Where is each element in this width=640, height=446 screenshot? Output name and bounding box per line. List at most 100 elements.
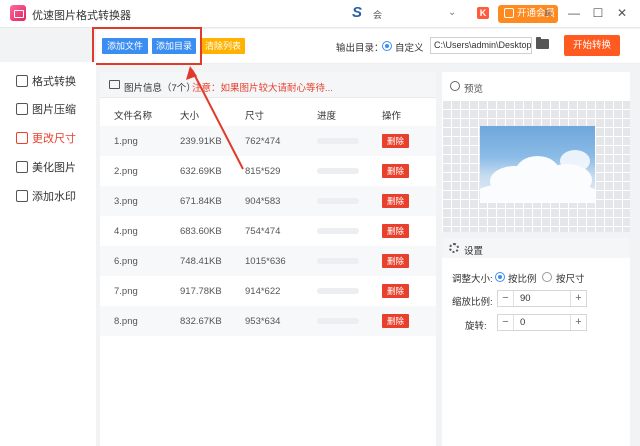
progress-bar <box>317 288 359 294</box>
list-header: 图片信息（7个） 注意：如果图片较大请耐心等待... <box>100 72 436 98</box>
resize-by-size-radio[interactable] <box>542 272 552 282</box>
progress-bar <box>317 228 359 234</box>
scale-stepper[interactable]: − 90 + <box>497 290 587 307</box>
table-row[interactable]: 6.png 748.41KB 1015*636 删除 <box>100 246 436 276</box>
delete-button[interactable]: 删除 <box>382 314 409 328</box>
file-dims: 762*474 <box>245 136 281 147</box>
output-dir-label: 输出目录： <box>336 43 384 54</box>
sidebar-item-beautify[interactable]: 美化图片 <box>16 160 76 176</box>
file-name: 2.png <box>114 166 138 177</box>
delete-button[interactable]: 删除 <box>382 164 409 178</box>
custom-output-radio[interactable] <box>382 41 392 51</box>
settings-header: 设置 <box>442 238 630 258</box>
start-convert-button[interactable]: 开始转换 <box>564 35 620 56</box>
file-list-panel: 图片信息（7个） 注意：如果图片较大请耐心等待... 文件名称 大小 尺寸 进度… <box>100 72 436 446</box>
user-account[interactable]: 会 <box>373 8 382 21</box>
wait-warning: 注意：如果图片较大请耐心等待... <box>192 83 333 94</box>
format-convert-icon <box>16 75 28 87</box>
sidebar-item-label: 图片压缩 <box>32 104 76 116</box>
delete-button[interactable]: 删除 <box>382 134 409 148</box>
folder-icon[interactable] <box>536 37 549 49</box>
clear-list-button[interactable]: 清除列表 <box>201 38 245 54</box>
preview-image <box>480 126 595 203</box>
file-name: 4.png <box>114 226 138 237</box>
delete-button[interactable]: 删除 <box>382 224 409 238</box>
column-header-dims: 尺寸 <box>245 111 265 122</box>
preview-title: 预览 <box>464 84 484 95</box>
scale-increment-button[interactable]: + <box>570 291 586 306</box>
app-title: 优速图片格式转换器 <box>32 10 131 22</box>
file-size: 632.69KB <box>180 166 222 177</box>
delete-button[interactable]: 删除 <box>382 194 409 208</box>
file-size: 683.60KB <box>180 226 222 237</box>
table-row[interactable]: 2.png 632.69KB 815*529 删除 <box>100 156 436 186</box>
settings-panel: 设置 <box>442 238 630 446</box>
beautify-icon <box>16 161 28 173</box>
file-dims: 953*634 <box>245 316 281 327</box>
progress-bar <box>317 168 359 174</box>
k-badge-icon[interactable]: K <box>477 7 489 19</box>
sidebar-item-format-convert[interactable]: 格式转换 <box>16 74 76 90</box>
resize-by-ratio-radio[interactable] <box>495 272 505 282</box>
rotate-increment-button[interactable]: + <box>570 315 586 330</box>
resize-mode-label: 调整大小: <box>452 274 493 285</box>
chevron-down-icon[interactable]: ⌄ <box>448 7 456 18</box>
column-header-progress: 进度 <box>317 111 337 122</box>
file-size: 239.91KB <box>180 136 222 147</box>
resize-by-ratio-label: 按比例 <box>508 274 537 285</box>
sidebar-item-resize[interactable]: 更改尺寸 <box>16 131 76 147</box>
table-row[interactable]: 1.png 239.91KB 762*474 删除 <box>100 126 436 156</box>
custom-output-label: 自定义 <box>395 43 424 54</box>
menu-icon[interactable]: ≡ <box>540 5 556 21</box>
image-info-count: 图片信息（7个） <box>124 83 196 94</box>
annotation-highlight-box <box>92 27 202 65</box>
progress-bar <box>317 198 359 204</box>
output-path-input[interactable]: C:\Users\admin\Desktop <box>430 37 532 54</box>
progress-bar <box>317 138 359 144</box>
rotate-stepper[interactable]: − 0 + <box>497 314 587 331</box>
file-dims: 914*622 <box>245 286 281 297</box>
file-size: 671.84KB <box>180 196 222 207</box>
sidebar-item-compress[interactable]: 图片压缩 <box>16 102 76 118</box>
rotate-value[interactable]: 0 <box>520 317 525 328</box>
file-name: 1.png <box>114 136 138 147</box>
file-size: 917.78KB <box>180 286 222 297</box>
maximize-icon[interactable]: ☐ <box>590 5 606 21</box>
progress-bar <box>317 258 359 264</box>
file-dims: 904*583 <box>245 196 281 207</box>
image-icon <box>109 80 120 89</box>
table-row[interactable]: 3.png 671.84KB 904*583 删除 <box>100 186 436 216</box>
delete-button[interactable]: 删除 <box>382 284 409 298</box>
table-row[interactable]: 4.png 683.60KB 754*474 删除 <box>100 216 436 246</box>
resize-icon <box>16 132 28 144</box>
compress-icon <box>16 103 28 115</box>
file-dims: 1015*636 <box>245 256 286 267</box>
file-size: 832.67KB <box>180 316 222 327</box>
title-bar: 优速图片格式转换器 S 会 ⌄ K 开通会员 ≡ — ☐ ✕ <box>0 0 640 28</box>
file-dims: 754*474 <box>245 226 281 237</box>
file-dims: 815*529 <box>245 166 281 177</box>
close-icon[interactable]: ✕ <box>614 5 630 21</box>
scale-value[interactable]: 90 <box>520 293 531 304</box>
sidebar-item-label: 格式转换 <box>32 76 76 88</box>
delete-button[interactable]: 删除 <box>382 254 409 268</box>
sidebar-item-label: 美化图片 <box>32 162 76 174</box>
table-row[interactable]: 7.png 917.78KB 914*622 删除 <box>100 276 436 306</box>
scale-decrement-button[interactable]: − <box>498 291 514 306</box>
file-name: 7.png <box>114 286 138 297</box>
vip-icon <box>504 8 514 18</box>
sidebar-item-label: 添加水印 <box>32 191 76 203</box>
file-name: 8.png <box>114 316 138 327</box>
settings-title: 设置 <box>464 246 484 257</box>
column-header-action: 操作 <box>382 111 402 122</box>
sidebar-item-watermark[interactable]: 添加水印 <box>16 189 76 205</box>
rotate-decrement-button[interactable]: − <box>498 315 514 330</box>
rotate-label: 旋转: <box>465 321 487 332</box>
table-row[interactable]: 8.png 832.67KB 953*634 删除 <box>100 306 436 336</box>
sidebar-item-label: 更改尺寸 <box>32 133 76 145</box>
gear-icon <box>449 243 459 253</box>
brand-s-icon[interactable]: S <box>352 4 362 21</box>
sidebar <box>0 62 96 446</box>
minimize-icon[interactable]: — <box>566 5 582 21</box>
progress-bar <box>317 318 359 324</box>
